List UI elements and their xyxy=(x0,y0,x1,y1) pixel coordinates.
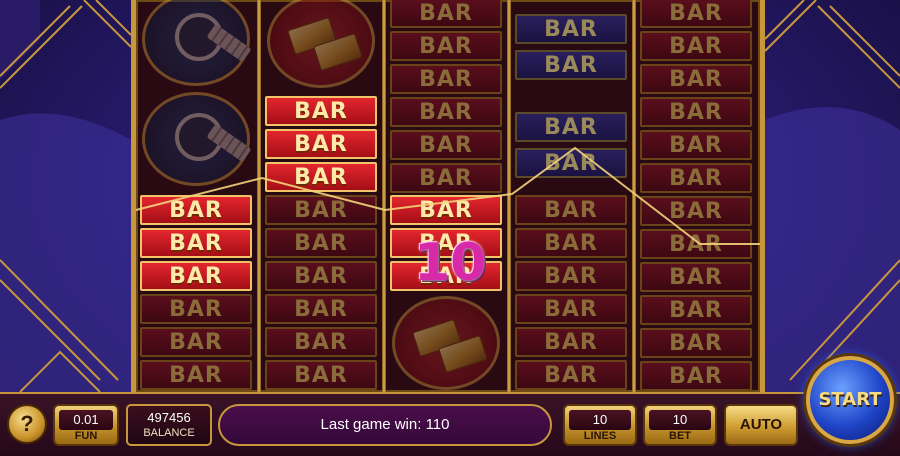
bar-symbol: BAR xyxy=(515,195,627,225)
gold-bars-symbol xyxy=(392,296,500,390)
lines-value: 10 xyxy=(569,410,631,430)
bar-symbol: BAR xyxy=(140,228,252,258)
bar-symbol: BAR xyxy=(640,130,752,160)
bar-symbol: BAR xyxy=(265,96,377,126)
bar-symbol: BAR xyxy=(390,0,502,28)
auto-button[interactable]: AUTO xyxy=(724,404,798,446)
bet-value: 10 xyxy=(649,410,711,430)
bar-symbol: BAR xyxy=(265,261,377,291)
coin-value: 0.01 xyxy=(59,410,113,430)
bar-symbol: BAR xyxy=(140,261,252,291)
bar-symbol: BAR xyxy=(265,162,377,192)
reel-3: BAR BAR BAR BAR BAR BAR BAR BAR BAR xyxy=(386,0,506,392)
reel-5: BAR BAR BAR BAR BAR BAR BAR BAR BAR BAR … xyxy=(636,0,756,392)
bar-symbol: BAR xyxy=(390,31,502,61)
bar-symbol: BAR xyxy=(515,261,627,291)
bar-symbol: BAR xyxy=(265,129,377,159)
balance-label: BALANCE xyxy=(143,427,195,439)
bar-symbol: BAR xyxy=(515,148,627,178)
bar-symbol: BAR xyxy=(390,97,502,127)
bar-symbol: BAR xyxy=(140,327,252,357)
balance-display: 497456 BALANCE xyxy=(126,404,212,446)
gold-bars-symbol xyxy=(267,0,375,88)
bar-symbol: BAR xyxy=(265,195,377,225)
bar-symbol: BAR xyxy=(640,163,752,193)
bar-symbol: BAR xyxy=(515,228,627,258)
bar-symbol: BAR xyxy=(140,195,252,225)
bar-symbol: BAR xyxy=(515,327,627,357)
bar-symbol: BAR xyxy=(640,31,752,61)
bet-button[interactable]: 10 BET xyxy=(643,404,717,446)
bet-label: BET xyxy=(669,430,691,442)
reel-2: BAR BAR BAR BAR BAR BAR BAR BAR BAR xyxy=(261,0,381,392)
bar-symbol: BAR xyxy=(640,64,752,94)
bar-symbol: BAR xyxy=(390,64,502,94)
balance-value: 497456 xyxy=(147,410,191,425)
lines-button[interactable]: 10 LINES xyxy=(563,404,637,446)
start-button[interactable]: START xyxy=(806,356,894,444)
bar-symbol: BAR xyxy=(640,229,752,259)
bar-symbol: BAR xyxy=(265,360,377,390)
bar-symbol: BAR xyxy=(265,327,377,357)
bar-symbol: BAR xyxy=(640,262,752,292)
status-message: Last game win: 110 xyxy=(218,404,552,446)
bar-symbol: BAR xyxy=(640,97,752,127)
bar-symbol: BAR xyxy=(515,14,627,44)
lines-label: LINES xyxy=(583,430,617,442)
coin-label: FUN xyxy=(74,430,98,442)
bar-symbol: BAR xyxy=(640,328,752,358)
bar-symbol: BAR xyxy=(515,294,627,324)
bar-symbol: BAR xyxy=(515,360,627,390)
bar-symbol: BAR xyxy=(640,361,752,391)
bar-symbol: BAR xyxy=(640,196,752,226)
reel-4: BAR BAR BAR BAR BAR BAR BAR BAR BAR BAR xyxy=(511,0,631,392)
bar-symbol: BAR xyxy=(265,294,377,324)
bar-symbol: BAR xyxy=(390,195,502,225)
line-win-amount: 10 xyxy=(414,233,487,293)
bar-symbol: BAR xyxy=(515,112,627,142)
reel-1: BAR BAR BAR BAR BAR BAR xyxy=(136,0,256,392)
bar-symbol: BAR xyxy=(140,360,252,390)
watch-symbol xyxy=(142,92,252,186)
help-button[interactable]: ? xyxy=(7,404,47,444)
bar-symbol: BAR xyxy=(390,130,502,160)
bar-symbol: BAR xyxy=(515,50,627,80)
bar-symbol: BAR xyxy=(390,163,502,193)
watch-symbol xyxy=(142,0,252,86)
reels-area: BAR BAR BAR BAR BAR BAR BAR BAR BAR BAR … xyxy=(131,0,765,392)
bar-symbol: BAR xyxy=(140,294,252,324)
bar-symbol: BAR xyxy=(640,295,752,325)
bar-symbol: BAR xyxy=(640,0,752,28)
coin-value-button[interactable]: 0.01 FUN xyxy=(53,404,119,446)
bar-symbol: BAR xyxy=(265,228,377,258)
